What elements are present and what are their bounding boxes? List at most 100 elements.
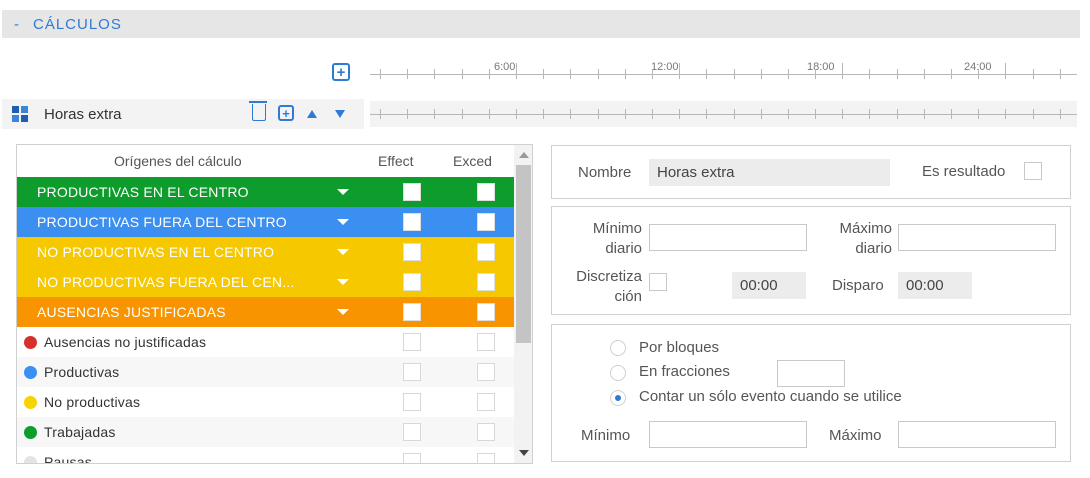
timeline-tick	[924, 69, 925, 79]
item-label: Productivas	[44, 364, 120, 380]
effect-checkbox[interactable]	[403, 363, 421, 381]
effect-checkbox[interactable]	[403, 333, 421, 351]
max-daily-input[interactable]	[898, 224, 1056, 251]
trigger-value[interactable]: 00:00	[898, 272, 972, 299]
effect-checkbox[interactable]	[403, 423, 421, 441]
name-field[interactable]: Horas extra	[649, 159, 890, 186]
item-label: Ausencias no justificadas	[44, 334, 207, 350]
group-label: PRODUCTIVAS EN EL CENTRO	[37, 184, 249, 200]
timeline-tick	[869, 69, 870, 79]
max-daily-label: Máximo diario	[839, 220, 892, 257]
min-daily-input[interactable]	[649, 224, 807, 251]
origin-item-row[interactable]: Ausencias no justificadas	[17, 327, 514, 357]
group-label: NO PRODUCTIVAS FUERA DEL CEN...	[37, 274, 295, 290]
rule-name: Horas extra	[44, 106, 122, 123]
collapse-toggle[interactable]: -	[14, 16, 19, 33]
chevron-down-icon[interactable]	[337, 219, 349, 225]
group-label: AUSENCIAS JUSTIFICADAS	[37, 304, 226, 320]
timeline-tick	[788, 109, 789, 119]
effect-checkbox[interactable]	[403, 453, 421, 463]
origin-item-row[interactable]: Trabajadas	[17, 417, 514, 447]
max-input[interactable]	[898, 421, 1056, 448]
exceed-checkbox[interactable]	[477, 453, 495, 463]
effect-checkbox[interactable]	[403, 273, 421, 291]
effect-checkbox[interactable]	[403, 183, 421, 201]
fractions-input[interactable]	[777, 360, 845, 387]
exceed-checkbox[interactable]	[477, 243, 495, 261]
timeline-tick	[978, 69, 979, 79]
is-result-checkbox[interactable]	[1024, 162, 1042, 180]
section-header-calculos[interactable]: - CÁLCULOS	[2, 10, 1080, 38]
chevron-down-icon[interactable]	[337, 309, 349, 315]
table-scrollbar[interactable]	[514, 145, 532, 463]
name-box: Nombre Horas extra Es resultado	[551, 145, 1071, 199]
trash-icon[interactable]	[249, 101, 267, 121]
exceed-checkbox[interactable]	[477, 393, 495, 411]
timeline-label: 6:00	[492, 61, 518, 73]
timeline-tick	[380, 69, 381, 79]
timeline-tick	[734, 109, 735, 119]
chevron-down-icon[interactable]	[337, 249, 349, 255]
effect-checkbox[interactable]	[403, 393, 421, 411]
add-item-button[interactable]: +	[278, 105, 294, 121]
timeline-tick	[489, 69, 490, 79]
timeline-tick	[869, 109, 870, 119]
timeline-tick	[1033, 109, 1034, 119]
exceed-checkbox[interactable]	[477, 423, 495, 441]
section-title: CÁLCULOS	[33, 15, 122, 33]
effect-checkbox[interactable]	[403, 243, 421, 261]
origin-item-row[interactable]: Productivas	[17, 357, 514, 387]
scroll-up-icon[interactable]	[519, 152, 529, 158]
mode-radio-single-event[interactable]	[610, 390, 626, 406]
timeline-scale: 6:00 12:00 18:00 24:00	[370, 61, 1077, 87]
mode-label: En fracciones	[639, 363, 730, 380]
exceed-checkbox[interactable]	[477, 333, 495, 351]
group-label: NO PRODUCTIVAS EN EL CENTRO	[37, 244, 275, 260]
exceed-checkbox[interactable]	[477, 273, 495, 291]
status-dot-icon	[24, 426, 37, 439]
exceed-checkbox[interactable]	[477, 303, 495, 321]
chevron-down-icon[interactable]	[337, 279, 349, 285]
add-rule-button[interactable]: +	[332, 63, 350, 81]
origin-group-row[interactable]: NO PRODUCTIVAS FUERA DEL CEN...	[17, 267, 514, 297]
move-up-icon[interactable]	[307, 110, 317, 118]
mode-radio-blocks[interactable]	[610, 340, 626, 356]
item-label: Pausas	[44, 454, 92, 464]
origin-group-row[interactable]: AUSENCIAS JUSTIFICADAS	[17, 297, 514, 327]
mode-radio-fractions[interactable]	[610, 365, 626, 381]
limits-box: Mínimo diario Máximo diario Discretiza ción…	[551, 206, 1071, 315]
effect-checkbox[interactable]	[403, 303, 421, 321]
origin-group-row[interactable]: NO PRODUCTIVAS EN EL CENTRO	[17, 237, 514, 267]
timeline-tick	[1005, 109, 1006, 119]
exceed-checkbox[interactable]	[477, 213, 495, 231]
rule-row[interactable]: Horas extra +	[2, 99, 364, 129]
timeline-tick	[652, 69, 653, 79]
timeline-tick	[434, 69, 435, 79]
header-origin: Orígenes del cálculo	[114, 153, 242, 169]
chevron-down-icon[interactable]	[337, 189, 349, 195]
discretization-value[interactable]: 00:00	[732, 272, 806, 299]
exceed-checkbox[interactable]	[477, 363, 495, 381]
timeline-tick	[652, 109, 653, 119]
min-input[interactable]	[649, 421, 807, 448]
scroll-thumb[interactable]	[516, 165, 531, 343]
effect-checkbox[interactable]	[403, 213, 421, 231]
timeline-tick	[679, 109, 680, 119]
timeline-tick	[734, 69, 735, 79]
timeline-tick	[462, 69, 463, 79]
timeline-tick	[815, 109, 816, 119]
discretization-checkbox[interactable]	[649, 273, 667, 291]
rule-timeline[interactable]	[370, 101, 1077, 127]
timeline-tick	[1060, 69, 1061, 79]
scroll-down-icon[interactable]	[519, 450, 529, 456]
move-down-icon[interactable]	[335, 110, 345, 118]
origin-group-row[interactable]: PRODUCTIVAS EN EL CENTRO	[17, 177, 514, 207]
origin-item-row[interactable]: Pausas	[17, 447, 514, 464]
origin-group-row[interactable]: PRODUCTIVAS FUERA DEL CENTRO	[17, 207, 514, 237]
origin-item-row[interactable]: No productivas	[17, 387, 514, 417]
timeline-tick	[543, 109, 544, 119]
exceed-checkbox[interactable]	[477, 183, 495, 201]
timeline-tick	[842, 63, 843, 79]
group-label: PRODUCTIVAS FUERA DEL CENTRO	[37, 214, 287, 230]
timeline-tick	[897, 69, 898, 79]
